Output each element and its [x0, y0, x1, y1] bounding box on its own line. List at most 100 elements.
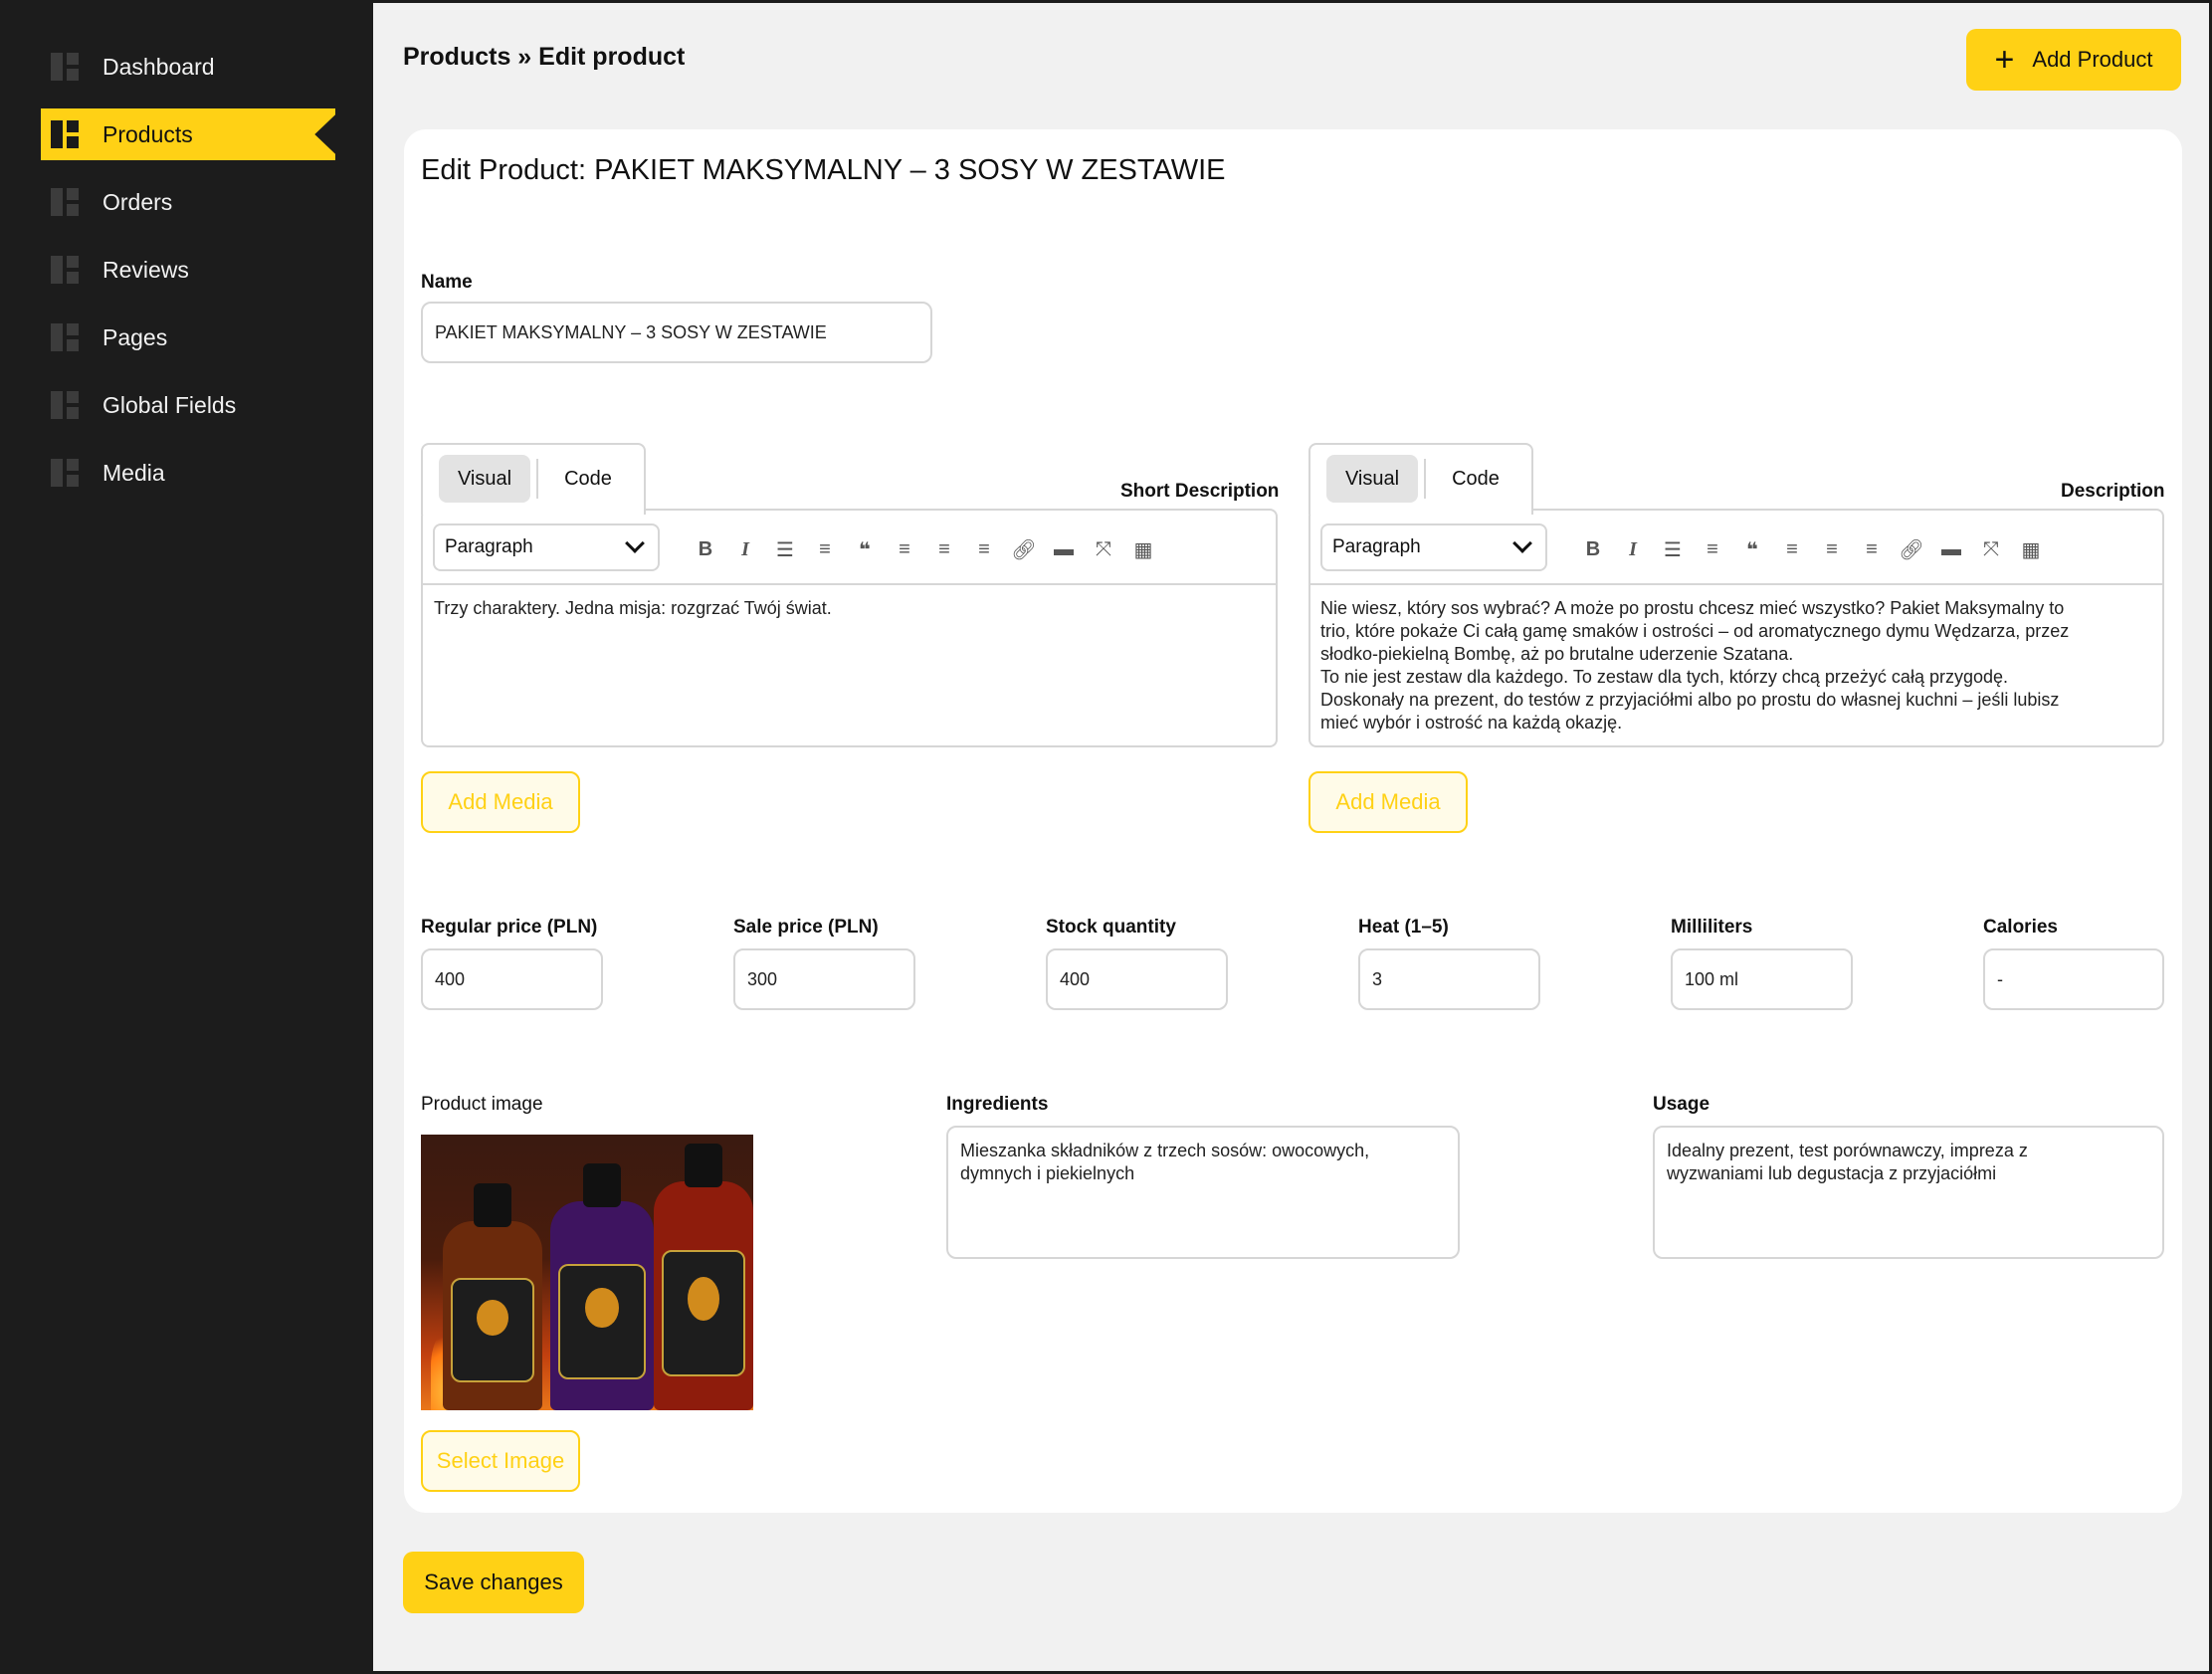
format-value: Paragraph: [1332, 536, 1421, 557]
italic-icon[interactable]: I: [1613, 533, 1653, 565]
bottle-right: [654, 1144, 753, 1410]
description-line: słodko-piekielną Bombę, aż po brutalne u…: [1320, 644, 1794, 664]
align-center-icon[interactable]: ≡: [924, 533, 964, 565]
short-description-label: Short Description: [1120, 481, 1280, 502]
sidebar-item-label: Products: [102, 120, 193, 147]
ingredients-line: dymnych i piekielnych: [960, 1163, 1135, 1183]
ingredients-textarea[interactable]: Mieszanka składników z trzech sosów: owo…: [946, 1126, 1460, 1259]
format-value: Paragraph: [445, 536, 533, 557]
link-icon[interactable]: 🔗︎: [1004, 533, 1044, 565]
page-title: Edit Product: PAKIET MAKSYMALNY – 3 SOSY…: [421, 154, 1226, 186]
dashboard-icon: [51, 53, 79, 81]
save-changes-button[interactable]: Save changes: [403, 1552, 584, 1613]
usage-textarea[interactable]: Idealny prezent, test porównawczy, impre…: [1653, 1126, 2164, 1259]
align-right-icon[interactable]: ≡: [964, 533, 1004, 565]
description-line: trio, które pokaże Ci całą gamę smaków i…: [1320, 621, 2070, 641]
sidebar: Dashboard Products Orders Reviews Pages …: [3, 3, 373, 1671]
dashboard-icon: [51, 323, 79, 351]
stock-quantity-input[interactable]: 400: [1046, 948, 1228, 1010]
description-toolbar: Paragraph B I ☰ ≡ ❝ ≡ ≡ ≡ 🔗︎ ▬ ⤧ ▦: [1310, 514, 2162, 585]
sidebar-item-products[interactable]: Products: [41, 108, 335, 160]
chevron-down-icon: [625, 533, 645, 553]
short-description-content[interactable]: Trzy charaktery. Jedna misja: rozgrzać T…: [434, 597, 1260, 620]
product-image: [421, 1135, 753, 1410]
name-label: Name: [421, 272, 473, 293]
sidebar-item-label: Pages: [102, 323, 168, 350]
dashboard-icon: [51, 459, 79, 487]
formatting-icons: B I ☰ ≡ ❝ ≡ ≡ ≡ 🔗︎ ▬ ⤧ ▦: [686, 533, 1163, 565]
bold-icon[interactable]: B: [1573, 533, 1613, 565]
short-description-tabs: Visual Code: [421, 443, 646, 515]
description-content[interactable]: Nie wiesz, który sos wybrać? A może po p…: [1320, 597, 2156, 734]
heat-input[interactable]: 3: [1358, 948, 1540, 1010]
tab-visual[interactable]: Visual: [439, 455, 530, 503]
paragraph-format-select[interactable]: Paragraph: [433, 523, 660, 571]
dashboard-icon: [51, 188, 79, 216]
sidebar-item-label: Global Fields: [102, 391, 237, 418]
bold-icon[interactable]: B: [686, 533, 725, 565]
bullet-list-icon[interactable]: ☰: [765, 533, 805, 565]
sidebar-item-dashboard[interactable]: Dashboard: [41, 41, 335, 93]
bottle-left: [443, 1183, 542, 1410]
chevron-down-icon: [1512, 533, 1532, 553]
align-center-icon[interactable]: ≡: [1812, 533, 1852, 565]
add-media-button[interactable]: Add Media: [421, 771, 580, 833]
bullet-list-icon[interactable]: ☰: [1653, 533, 1693, 565]
select-image-button[interactable]: Select Image: [421, 1430, 580, 1492]
heat-label: Heat (1–5): [1358, 917, 1449, 938]
dashboard-icon: [51, 391, 79, 419]
align-right-icon[interactable]: ≡: [1852, 533, 1892, 565]
milliliters-input[interactable]: 100 ml: [1671, 948, 1853, 1010]
breadcrumb: Products » Edit product: [403, 43, 686, 71]
regular-price-input[interactable]: 400: [421, 948, 603, 1010]
fullscreen-icon[interactable]: ⤧: [1084, 533, 1123, 565]
tab-code[interactable]: Code: [542, 455, 634, 503]
name-input[interactable]: PAKIET MAKSYMALNY – 3 SOSY W ZESTAWIE: [421, 302, 932, 363]
tab-divider: [536, 459, 538, 499]
calories-input[interactable]: -: [1983, 948, 2164, 1010]
sidebar-item-label: Media: [102, 459, 165, 486]
description-line: Doskonały na prezent, do testów z przyja…: [1320, 690, 2060, 710]
regular-price-label: Regular price (PLN): [421, 917, 598, 938]
short-description-toolbar: Paragraph B I ☰ ≡ ❝ ≡ ≡ ≡ 🔗︎ ▬ ⤧ ▦: [423, 514, 1276, 585]
numbered-list-icon[interactable]: ≡: [1693, 533, 1732, 565]
sidebar-item-pages[interactable]: Pages: [41, 312, 335, 363]
link-icon[interactable]: 🔗︎: [1892, 533, 1931, 565]
blockquote-icon[interactable]: ❝: [845, 533, 885, 565]
description-line: To nie jest zestaw dla każdego. To zesta…: [1320, 667, 2009, 687]
tab-code[interactable]: Code: [1430, 455, 1521, 503]
keyboard-icon[interactable]: ▦: [2011, 533, 2051, 565]
italic-icon[interactable]: I: [725, 533, 765, 565]
numbered-list-icon[interactable]: ≡: [805, 533, 845, 565]
sidebar-item-orders[interactable]: Orders: [41, 176, 335, 228]
keyboard-icon[interactable]: ▦: [1123, 533, 1163, 565]
align-left-icon[interactable]: ≡: [885, 533, 924, 565]
sidebar-item-label: Dashboard: [102, 53, 215, 80]
sale-price-label: Sale price (PLN): [733, 917, 879, 938]
align-left-icon[interactable]: ≡: [1772, 533, 1812, 565]
stock-quantity-label: Stock quantity: [1046, 917, 1176, 938]
sidebar-item-reviews[interactable]: Reviews: [41, 244, 335, 296]
description-label: Description: [2061, 481, 2165, 502]
add-media-button[interactable]: Add Media: [1308, 771, 1468, 833]
horizontal-rule-icon[interactable]: ▬: [1931, 533, 1971, 565]
ingredients-label: Ingredients: [946, 1094, 1049, 1115]
blockquote-icon[interactable]: ❝: [1732, 533, 1772, 565]
tab-divider: [1424, 459, 1426, 499]
fullscreen-icon[interactable]: ⤧: [1971, 533, 2011, 565]
add-product-button[interactable]: + Add Product: [1966, 29, 2181, 91]
bottle-middle: [550, 1163, 654, 1410]
sidebar-item-media[interactable]: Media: [41, 447, 335, 499]
sidebar-item-global-fields[interactable]: Global Fields: [41, 379, 335, 431]
usage-line: wyzwaniami lub degustacja z przyjaciółmi: [1667, 1163, 1997, 1183]
description-line: mieć wybór i ostrość na każdą okazję.: [1320, 713, 1623, 732]
description-tabs: Visual Code: [1308, 443, 1533, 515]
horizontal-rule-icon[interactable]: ▬: [1044, 533, 1084, 565]
tab-visual[interactable]: Visual: [1326, 455, 1418, 503]
calories-label: Calories: [1983, 917, 2058, 938]
product-image-label: Product image: [421, 1094, 543, 1115]
paragraph-format-select[interactable]: Paragraph: [1320, 523, 1547, 571]
ingredients-line: Mieszanka składników z trzech sosów: owo…: [960, 1141, 1370, 1160]
sale-price-input[interactable]: 300: [733, 948, 915, 1010]
app-window: Dashboard Products Orders Reviews Pages …: [0, 0, 2212, 1674]
